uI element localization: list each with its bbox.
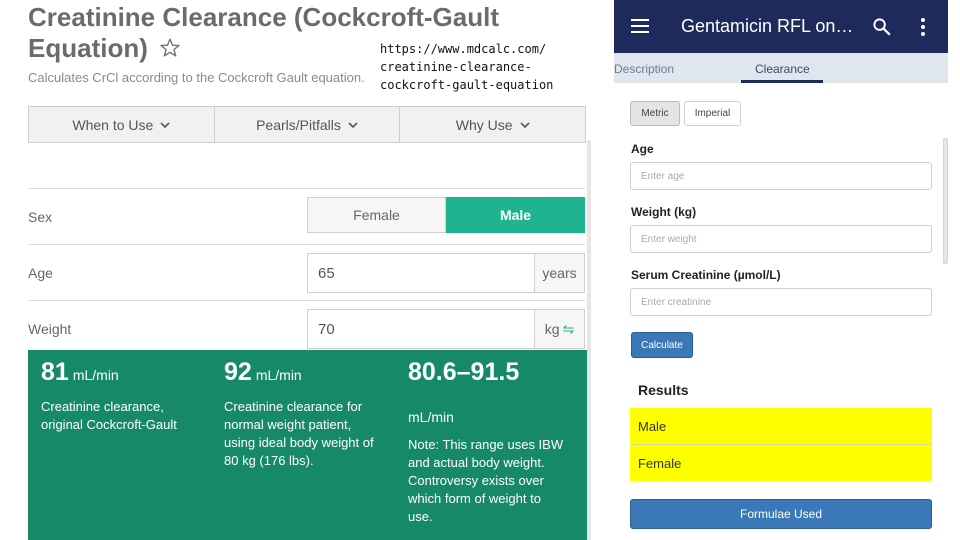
- more-options-icon[interactable]: [920, 17, 926, 37]
- tab-why-use[interactable]: Why Use: [399, 106, 587, 143]
- search-icon[interactable]: [872, 17, 891, 36]
- age-input[interactable]: 65: [307, 253, 535, 293]
- result-unit: mL/min: [255, 367, 302, 383]
- result-value: 92 mL/min: [224, 358, 302, 387]
- scrollbar[interactable]: [943, 138, 948, 264]
- weight-unit-label: kg: [544, 321, 560, 337]
- sex-toggle: Female Male: [307, 197, 585, 233]
- tab-pearls-pitfalls[interactable]: Pearls/Pitfalls: [213, 106, 401, 143]
- url-annotation: https://www.mdcalc.com/ creatinine-clear…: [380, 42, 554, 92]
- weight-input[interactable]: 70: [307, 309, 535, 349]
- tab-why-use-label: Why Use: [455, 116, 513, 133]
- tab-description[interactable]: Description: [614, 62, 674, 76]
- result-row-female: Female: [630, 445, 932, 481]
- creatinine-label: Serum Creatinine (µmol/L): [631, 268, 781, 282]
- info-tabs: When to Use Pearls/Pitfalls Why Use: [28, 106, 587, 143]
- result-row-male: Male: [630, 408, 932, 444]
- page-subtitle: Calculates CrCl according to the Cockcro…: [28, 70, 365, 85]
- star-icon[interactable]: [159, 37, 181, 59]
- weight-label: Weight (kg): [631, 205, 697, 219]
- swap-units-icon: ⇋: [562, 320, 575, 337]
- result-unit: mL/min: [408, 409, 454, 425]
- result-value: 81 mL/min: [41, 358, 119, 387]
- result-description: Creatinine clearance, original Cockcroft…: [41, 399, 177, 432]
- age-unit-label: years: [542, 265, 577, 281]
- formulae-used-button[interactable]: Formulae Used: [630, 499, 932, 529]
- divider: [28, 244, 585, 245]
- creatinine-field[interactable]: Enter creatinine: [630, 288, 932, 316]
- sex-option-male[interactable]: Male: [446, 197, 585, 233]
- results-heading: Results: [638, 382, 689, 398]
- result-number: 80.6–91.5: [408, 358, 520, 386]
- tab-pearls-pitfalls-label: Pearls/Pitfalls: [256, 116, 341, 133]
- chevron-down-icon: [348, 121, 358, 128]
- tab-when-to-use-label: When to Use: [72, 116, 154, 133]
- weight-label: Weight: [28, 321, 72, 337]
- age-field[interactable]: Enter age: [630, 162, 932, 190]
- app-panel: Gentamicin RFL on… Description Clearance…: [614, 0, 948, 540]
- app-header: Gentamicin RFL on…: [614, 0, 948, 53]
- imperial-button[interactable]: Imperial: [684, 101, 741, 126]
- result-description: Creatinine clearance for normal weight p…: [224, 399, 374, 468]
- metric-button[interactable]: Metric: [630, 101, 680, 126]
- menu-icon[interactable]: [631, 19, 649, 33]
- age-label: Age: [28, 265, 53, 281]
- tab-clearance[interactable]: Clearance: [755, 62, 810, 76]
- scrollbar[interactable]: [587, 140, 591, 540]
- divider: [28, 188, 585, 189]
- app-tab-bar: Description Clearance: [614, 53, 948, 83]
- chevron-down-icon: [520, 121, 530, 128]
- result-unit: mL/min: [72, 367, 119, 383]
- age-label: Age: [631, 142, 654, 156]
- results-panel: 81 mL/min Creatinine clearance, original …: [28, 350, 587, 540]
- chevron-down-icon: [160, 121, 170, 128]
- calculate-button[interactable]: Calculate: [631, 332, 693, 358]
- app-title: Gentamicin RFL on…: [681, 16, 854, 36]
- weight-field[interactable]: Enter weight: [630, 225, 932, 253]
- result-number: 81: [41, 358, 69, 386]
- active-tab-indicator: [741, 80, 823, 83]
- age-unit: years: [535, 253, 585, 293]
- result-value: 80.6–91.5: [408, 358, 519, 387]
- tab-when-to-use[interactable]: When to Use: [28, 106, 215, 143]
- result-description: Note: This range uses IBW and actual bod…: [408, 437, 564, 524]
- result-number: 92: [224, 358, 252, 386]
- weight-unit-toggle[interactable]: kg ⇋: [535, 309, 585, 349]
- sex-label: Sex: [28, 209, 53, 225]
- divider: [28, 300, 585, 301]
- sex-option-female[interactable]: Female: [307, 197, 446, 233]
